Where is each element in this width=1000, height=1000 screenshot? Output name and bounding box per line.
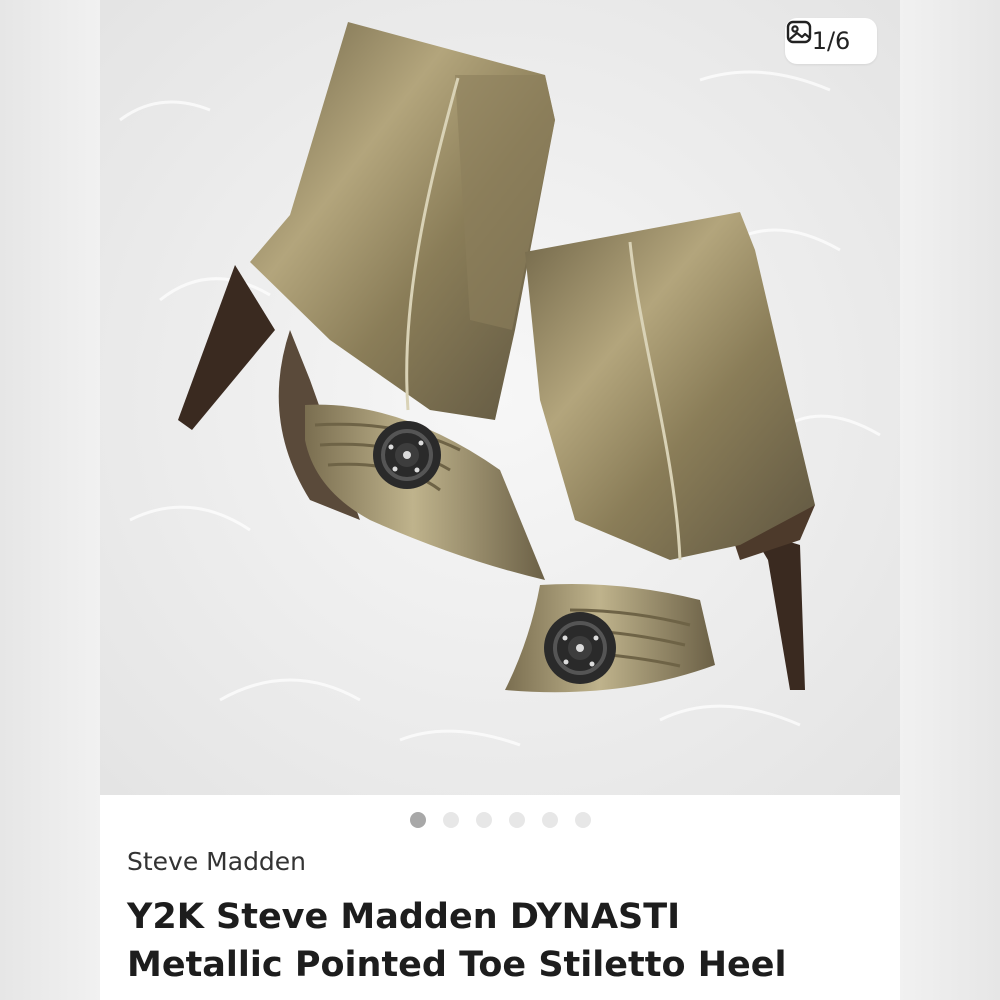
left-backdrop [0,0,100,1000]
carousel-dots [410,812,591,828]
listing-info-panel: Steve Madden Y2K Steve Madden DYNASTI Me… [100,795,900,1000]
boots-illustration [100,0,900,795]
listing-title: Y2K Steve Madden DYNASTI Metallic Pointe… [127,893,887,989]
right-backdrop [900,0,1000,1000]
image-counter-text: 1/6 [811,27,851,55]
image-gallery-icon [786,20,812,44]
carousel-dot-2[interactable] [443,812,459,828]
carousel-dot-6[interactable] [575,812,591,828]
carousel-dot-4[interactable] [509,812,525,828]
product-photo[interactable]: 1/6 [100,0,900,795]
listing-title-line-2: Metallic Pointed Toe Stiletto Heel [127,945,787,985]
image-counter-badge[interactable]: 1/6 [785,18,877,64]
carousel-dot-3[interactable] [476,812,492,828]
carousel-dot-5[interactable] [542,812,558,828]
brand-name[interactable]: Steve Madden [127,847,306,876]
listing-title-line-1: Y2K Steve Madden DYNASTI [127,897,681,937]
carousel-dot-1[interactable] [410,812,426,828]
